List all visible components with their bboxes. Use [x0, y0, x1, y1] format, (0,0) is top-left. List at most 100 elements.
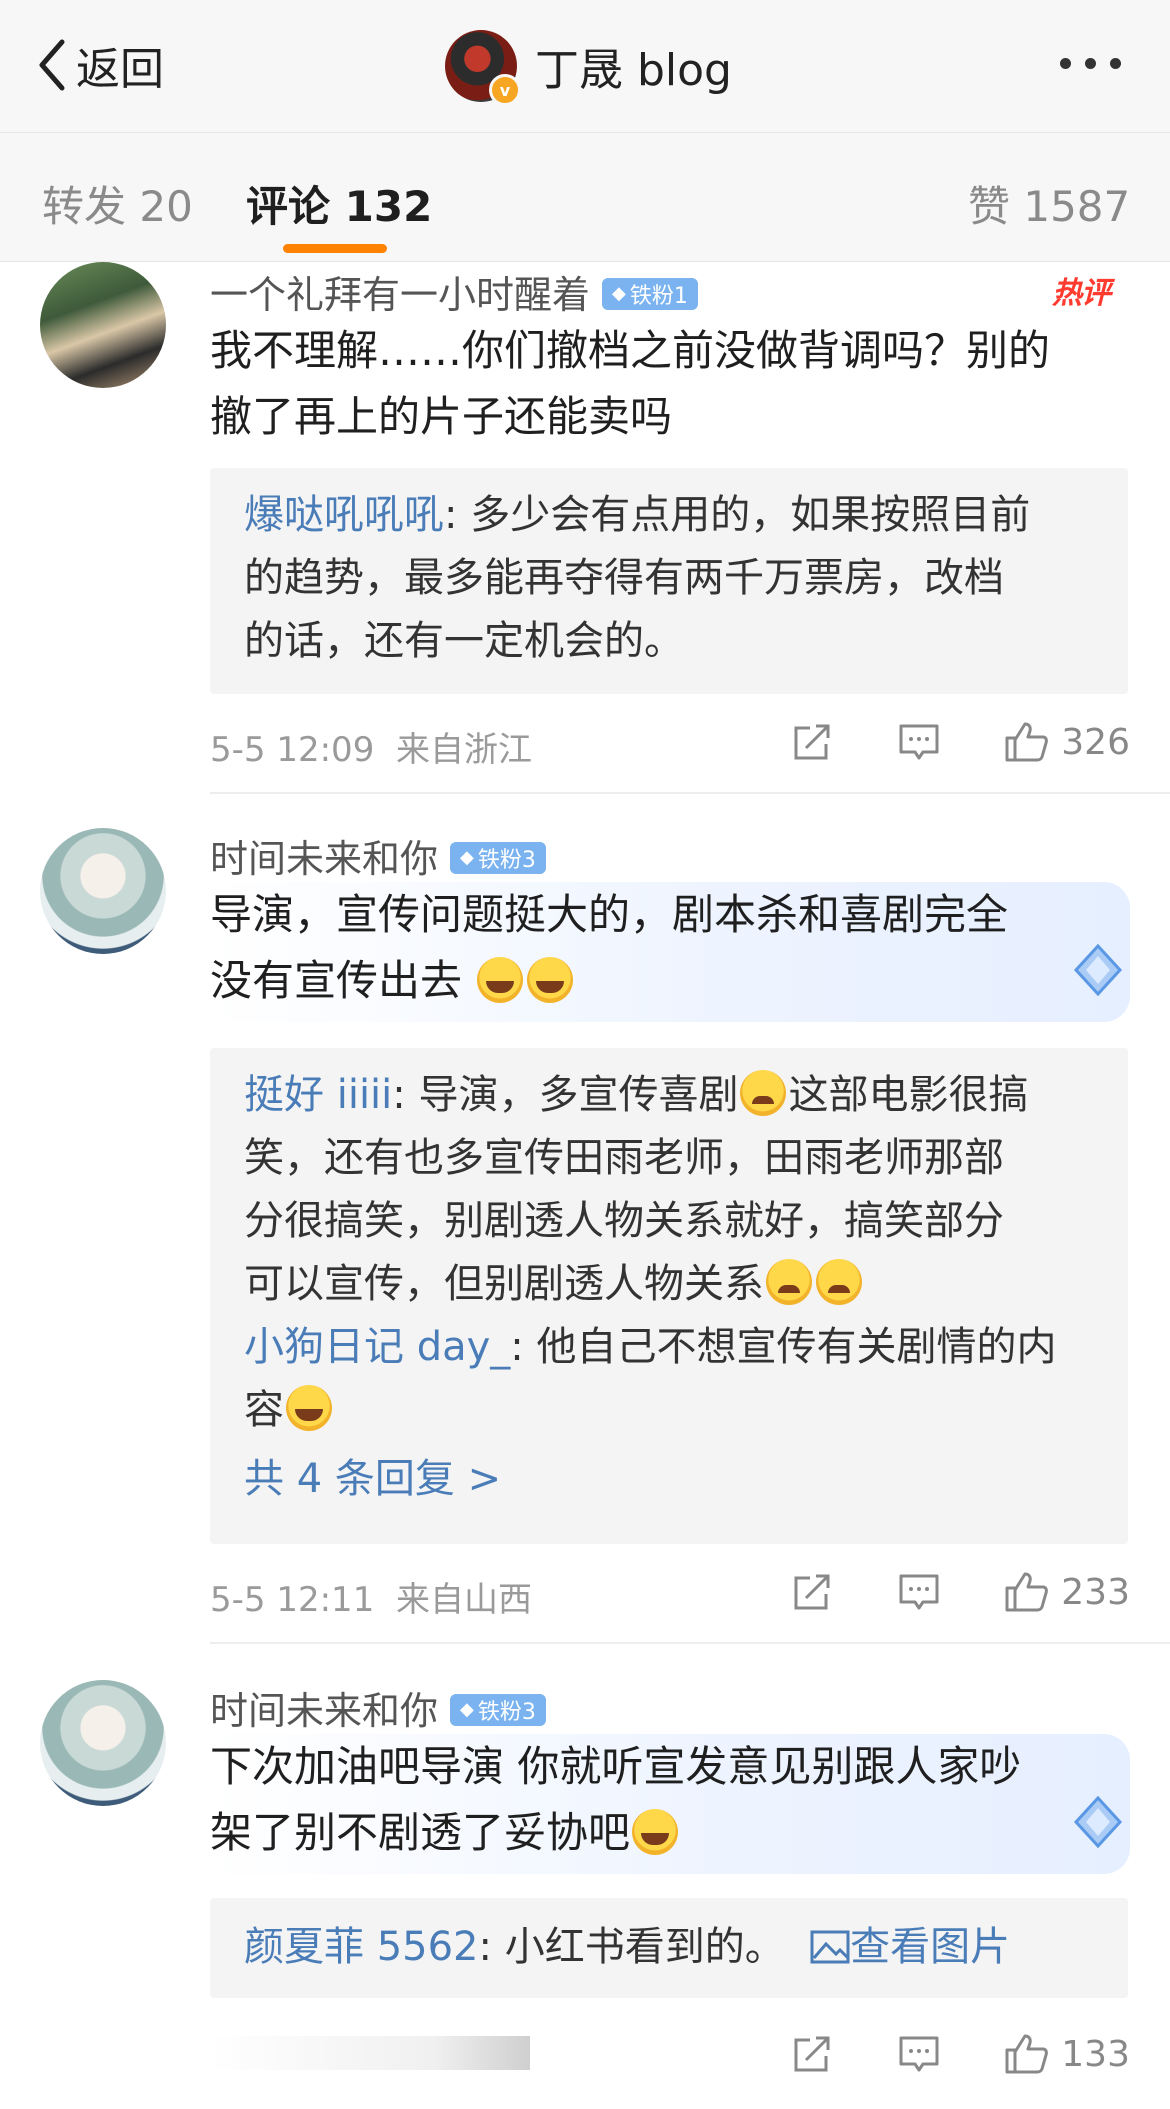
thumbs-up-icon	[1005, 2034, 1049, 2074]
diamond-icon: ◆	[460, 847, 474, 868]
view-image-link[interactable]: 查看图片	[810, 1924, 1010, 1970]
reply-author[interactable]: 颜夏菲 5562	[244, 1924, 479, 1970]
view-image-label: 查看图片	[850, 1924, 1011, 1970]
chevron-left-icon	[39, 39, 65, 91]
fan-badge: ◆ 铁粉3	[450, 1693, 546, 1726]
page-title: 丁晟 blog	[535, 45, 732, 96]
comment-username[interactable]: 一个礼拜有一小时醒着 ◆ 铁粉1	[210, 264, 698, 319]
tab-comments[interactable]: 评论 132	[246, 173, 432, 234]
share-icon[interactable]	[790, 1572, 834, 1612]
reply-box[interactable]: 爆哒吼吼吼: 多少会有点用的，如果按照目前 的趋势，最多能再夺得有两千万票房，改…	[210, 468, 1128, 694]
comment-text-line: 下次加油吧导演 你就听宣发意见别跟人家吵	[210, 1742, 1022, 1791]
thumbs-up-icon	[1005, 1572, 1049, 1612]
author-avatar[interactable]: v	[445, 30, 521, 106]
crying-emoji	[740, 1070, 787, 1116]
reply-text: 分很搞笑，别剧透人物关系就好，搞笑部分	[244, 1198, 1004, 1244]
comment-icon[interactable]	[897, 722, 941, 762]
reply-text: 这部电影很搞	[788, 1072, 1029, 1118]
divider	[210, 792, 1170, 794]
comment-meta: 5-5 12:09 来自浙江	[210, 722, 532, 771]
comment-text-line: 没有宣传出去	[210, 956, 463, 1005]
comment-text: 下次加油吧导演 你就听宣发意见别跟人家吵 架了别不剧透了妥协吧	[210, 1734, 1130, 1874]
laugh-cry-emoji	[632, 1809, 679, 1855]
laugh-cry-emoji	[286, 1385, 332, 1431]
comment-text: 导演，宣传问题挺大的，剧本杀和喜剧完全 没有宣传出去	[210, 882, 1130, 1022]
diamond-icon: ◆	[612, 283, 626, 304]
comment-location: 来自山西	[395, 1580, 532, 1620]
reply-box[interactable]: 颜夏菲 5562: 小红书看到的。 查看图片	[210, 1898, 1128, 1998]
comment-username[interactable]: 时间未来和你 ◆ 铁粉3	[210, 1680, 546, 1735]
picture-icon	[810, 1930, 850, 1964]
like-button[interactable]: 133	[1003, 2032, 1130, 2076]
avatar[interactable]	[40, 828, 166, 954]
fan-badge-label: 铁粉1	[629, 283, 688, 309]
thumbs-up-icon	[1005, 722, 1049, 762]
like-count: 133	[1061, 2033, 1130, 2075]
reply-text: : 小红书看到的。	[478, 1924, 785, 1970]
tab-bar: 转发 20 评论 132 赞 1587	[0, 133, 1170, 262]
avatar[interactable]	[40, 262, 166, 388]
hot-comment-badge: 热评	[1052, 276, 1111, 311]
laugh-cry-emoji	[527, 957, 574, 1003]
laugh-cry-emoji	[477, 957, 524, 1003]
fan-badge: ◆ 铁粉3	[450, 841, 546, 874]
like-button[interactable]: 233	[1003, 1570, 1130, 1614]
like-count: 233	[1061, 1571, 1130, 1613]
comment-location: 来自浙江	[395, 730, 532, 770]
comment-text-line: 导演，宣传问题挺大的，剧本杀和喜剧完全	[210, 890, 1009, 939]
comment-icon[interactable]	[897, 2034, 941, 2074]
comment-meta: 5-5 12:11 来自山西	[210, 1572, 532, 1621]
reply-text: 可以宣传，但别剧透人物关系	[244, 1261, 764, 1307]
diamond-icon: ◆	[460, 1699, 474, 1720]
diamond-icon	[1073, 943, 1123, 997]
fan-badge-label: 铁粉3	[477, 1699, 536, 1725]
top-navigation-bar: 返回 v 丁晟 blog	[0, 0, 1170, 133]
comment-text-line: 撤了再上的片子还能卖吗	[210, 392, 673, 441]
reply-text: 容	[244, 1387, 284, 1433]
active-tab-indicator	[283, 244, 387, 253]
reply-author[interactable]: 挺好 iiiii	[244, 1072, 392, 1118]
username-text: 时间未来和你	[210, 837, 439, 881]
comment-actions: 133	[790, 2024, 1130, 2084]
more-dots-icon[interactable]	[1060, 58, 1121, 69]
back-button[interactable]: 返回	[36, 30, 164, 100]
crying-emoji	[816, 1259, 862, 1305]
reply-author[interactable]: 小狗日记 day_	[244, 1324, 510, 1370]
comment-username[interactable]: 时间未来和你 ◆ 铁粉3	[210, 828, 546, 883]
reply-box[interactable]: 挺好 iiiii: 导演，多宣传喜剧 这部电影很搞 笑，还有也多宣传田雨老师，田雨…	[210, 1048, 1128, 1544]
share-icon[interactable]	[790, 722, 834, 762]
share-icon[interactable]	[790, 2034, 834, 2074]
fan-badge-label: 铁粉3	[477, 847, 536, 873]
back-label: 返回	[76, 44, 164, 95]
like-button[interactable]: 326	[1003, 720, 1130, 764]
username-text: 一个礼拜有一小时醒着	[210, 273, 591, 317]
like-count: 326	[1061, 721, 1130, 763]
tab-repost[interactable]: 转发 20	[42, 173, 193, 234]
reply-text: 的趋势，最多能再夺得有两千万票房，改档	[244, 555, 1004, 601]
comment-list: 一个礼拜有一小时醒着 ◆ 铁粉1 热评 我不理解……你们撤档之前没做背调吗？别的 撤…	[0, 262, 1170, 2109]
comment-text: 我不理解……你们撤档之前没做背调吗？别的 撤了再上的片子还能卖吗	[210, 318, 1130, 450]
verified-badge: v	[489, 74, 521, 106]
blog-title[interactable]: v 丁晟 blog	[445, 28, 732, 106]
crying-emoji	[766, 1259, 812, 1305]
reply-text: 笑，还有也多宣传田雨老师，田雨老师那部	[244, 1135, 1004, 1181]
comment-text-line: 我不理解……你们撤档之前没做背调吗？别的	[210, 326, 1051, 375]
comment-actions: 233	[790, 1562, 1130, 1622]
blurred-overlay	[210, 2036, 530, 2070]
fan-badge: ◆ 铁粉1	[602, 277, 698, 310]
reply-author[interactable]: 爆哒吼吼吼	[244, 492, 444, 538]
reply-text: : 导演，多宣传喜剧	[392, 1072, 739, 1118]
reply-text: : 多少会有点用的，如果按照目前	[444, 492, 1031, 538]
comment-actions: 326	[790, 712, 1130, 772]
username-text: 时间未来和你	[210, 1689, 439, 1733]
more-replies-link[interactable]: 共 4 条回复 >	[244, 1448, 1094, 1511]
comment-time: 5-5 12:09	[210, 730, 375, 770]
avatar[interactable]	[40, 1680, 166, 1806]
comment-icon[interactable]	[897, 1572, 941, 1612]
tab-likes[interactable]: 赞 1587	[968, 173, 1130, 234]
diamond-icon	[1073, 1795, 1123, 1849]
comment-time: 5-5 12:11	[210, 1580, 375, 1620]
divider	[210, 1642, 1170, 1644]
reply-text: : 他自己不想宣传有关剧情的内	[510, 1324, 1057, 1370]
comment-text-line: 架了别不剧透了妥协吧	[210, 1808, 631, 1857]
